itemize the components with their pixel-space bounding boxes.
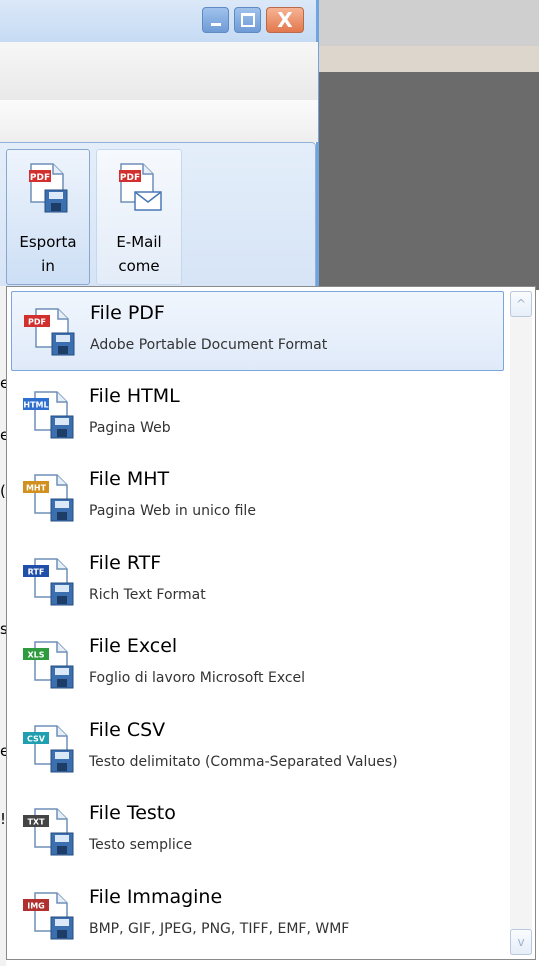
menu-item-rtf[interactable]: RTF File RTF Rich Text Format: [11, 542, 504, 622]
menu-item-text[interactable]: TXT File Testo Testo semplice: [11, 792, 504, 872]
svg-text:IMG: IMG: [27, 901, 45, 910]
menu-item-title: File PDF: [90, 302, 165, 324]
close-icon: X: [277, 8, 293, 32]
chevron-up-icon: ^: [515, 297, 527, 311]
maximize-icon: [241, 13, 255, 27]
scroll-down-button[interactable]: v: [510, 929, 532, 955]
file-rtf-icon: RTF: [23, 557, 74, 605]
file-pdf-icon: PDF: [24, 308, 75, 356]
toolbar-band: [0, 42, 318, 101]
menu-item-image[interactable]: IMG File Immagine BMP, GIF, JPEG, PNG, TIF…: [11, 876, 504, 956]
menu-item-title: File CSV: [89, 718, 166, 741]
file-text-icon: TXT: [23, 808, 74, 856]
menu-item-description: Pagina Web: [89, 419, 171, 436]
svg-text:PDF: PDF: [30, 173, 50, 183]
chevron-down-icon: v: [517, 935, 525, 949]
background-area: [318, 0, 539, 46]
menu-item-title: File HTML: [89, 384, 180, 407]
file-mht-icon: MHT: [23, 474, 74, 522]
menu-item-description: Testo delimitato (Comma-Separated Values…: [89, 753, 398, 770]
export-to-button[interactable]: PDF Esporta in v: [6, 149, 90, 297]
svg-text:CSV: CSV: [27, 734, 46, 743]
ribbon-export-group: PDF Esporta in v PDF E-Mail come v: [0, 142, 316, 297]
minimize-icon: [211, 23, 221, 26]
svg-text:PDF: PDF: [28, 318, 46, 327]
export-line2: in: [41, 257, 55, 275]
menu-item-csv[interactable]: CSV File CSV Testo delimitato (Comma-Separ…: [11, 709, 504, 789]
svg-text:HTML: HTML: [23, 400, 48, 409]
email-line1: E-Mail: [116, 233, 162, 251]
menu-scrollbar[interactable]: ^ v: [510, 291, 532, 955]
menu-item-title: File Immagine: [89, 885, 223, 908]
svg-text:TXT: TXT: [27, 818, 45, 827]
svg-text:PDF: PDF: [120, 173, 140, 183]
menu-item-description: Rich Text Format: [89, 586, 206, 603]
menu-item-html[interactable]: HTML File HTML Pagina Web: [11, 375, 504, 455]
menu-item-pdf[interactable]: PDF File PDF Adobe Portable Document Forma…: [11, 291, 504, 371]
text-fragment: (: [0, 482, 6, 500]
menu-item-description: Pagina Web in unico file: [89, 503, 256, 519]
menu-item-description: BMP, GIF, JPEG, PNG, TIFF, EMF, WMF: [89, 920, 350, 937]
tab-band: [0, 100, 318, 142]
file-image-icon: IMG: [23, 891, 74, 939]
svg-text:RTF: RTF: [28, 567, 45, 576]
menu-item-title: File Excel: [89, 635, 178, 657]
menu-item-description: Adobe Portable Document Format: [90, 337, 328, 353]
menu-item-title: File RTF: [89, 551, 162, 574]
pdf-export-icon: PDF: [29, 163, 68, 213]
file-csv-icon: CSV: [23, 724, 74, 772]
export-line1: Esporta: [19, 233, 77, 251]
scroll-up-button[interactable]: ^: [510, 291, 532, 317]
svg-text:MHT: MHT: [26, 484, 47, 493]
export-format-menu: PDF File PDF Adobe Portable Document Forma…: [6, 286, 536, 960]
minimize-button[interactable]: [202, 7, 229, 33]
email-as-button[interactable]: PDF E-Mail come v: [96, 149, 182, 297]
email-line2: come: [118, 257, 160, 275]
menu-item-title: File Testo: [89, 802, 176, 824]
file-excel-icon: XLS: [23, 641, 74, 689]
background-panel: [318, 72, 539, 290]
menu-item-description: Foglio di lavoro Microsoft Excel: [89, 670, 306, 686]
menu-item-excel[interactable]: XLS File Excel Foglio di lavoro Microsoft …: [11, 625, 504, 705]
pdf-email-icon: PDF: [119, 163, 162, 211]
maximize-button[interactable]: [234, 7, 261, 33]
close-button[interactable]: X: [266, 7, 304, 33]
menu-item-mht[interactable]: MHT File MHT Pagina Web in unico file: [11, 458, 504, 538]
svg-text:XLS: XLS: [27, 651, 44, 660]
menu-item-description: Testo semplice: [89, 837, 193, 853]
file-html-icon: HTML: [23, 390, 74, 438]
background-stripe: [318, 46, 539, 72]
menu-item-title: File MHT: [89, 468, 170, 490]
